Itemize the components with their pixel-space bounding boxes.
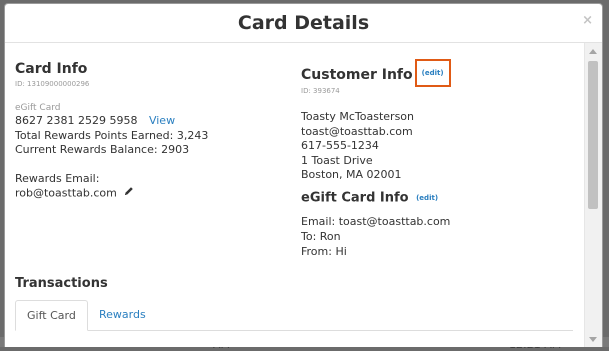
highlight-box: (edit)	[414, 59, 451, 87]
modal-scrollbar[interactable]	[584, 43, 602, 347]
egift-details: Email: toast@toasttab.com To: Ron From: …	[301, 215, 581, 259]
scroll-up-icon[interactable]	[589, 49, 597, 54]
rewards-email-label: Rewards Email:	[15, 171, 100, 185]
card-number: 8627 2381 2529 5958	[15, 114, 138, 127]
scroll-thumb[interactable]	[588, 61, 598, 209]
egift-info-heading: eGift Card Info (edit)	[301, 190, 581, 207]
customer-edit-link[interactable]: (edit)	[422, 69, 444, 77]
modal-body: Card Info ID: 13109000000296 eGift Card …	[5, 43, 585, 347]
customer-details: Toasty McToasterson toast@toasttab.com 6…	[301, 110, 581, 183]
tab-rewards[interactable]: Rewards	[88, 300, 157, 330]
total-points: Total Rewards Points Earned: 3,243	[15, 128, 209, 142]
view-card-link[interactable]: View	[149, 114, 175, 127]
customer-name: Toasty McToasterson	[301, 110, 414, 123]
transactions-tabs: Gift Card Rewards	[15, 300, 573, 331]
customer-address-line1: 1 Toast Drive	[301, 153, 373, 167]
customer-phone: 617-555-1234	[301, 139, 379, 153]
card-type-label: eGift Card	[15, 103, 61, 113]
egift-email: Email: toast@toasttab.com	[301, 215, 451, 229]
transactions-title: Transactions	[15, 276, 108, 291]
card-id: ID: 13109000000296	[15, 80, 90, 88]
customer-info-section: Customer Info (edit) ID: 393674 Toasty Mc…	[301, 59, 581, 259]
rewards-email: rob@toasttab.com	[15, 186, 117, 200]
modal-title: Card Details	[237, 12, 370, 34]
customer-email: toast@toasttab.com	[301, 124, 413, 138]
card-number-row: 8627 2381 2529 5958 View	[15, 114, 295, 129]
card-info-title: Card Info	[15, 61, 88, 77]
card-info-section: Card Info ID: 13109000000296 eGift Card …	[15, 61, 295, 201]
customer-info-heading: Customer Info (edit)	[301, 59, 581, 89]
egift-info-title: eGift Card Info	[301, 190, 409, 206]
egift-from: From: Hi	[301, 244, 347, 258]
modal-header: Card Details ×	[5, 4, 602, 43]
pencil-icon[interactable]	[124, 186, 134, 201]
egift-edit-link[interactable]: (edit)	[416, 194, 438, 202]
card-details-modal: Card Details × Card Info ID: 13109000000…	[4, 3, 603, 347]
rewards-email-row: rob@toasttab.com	[15, 186, 295, 201]
close-icon[interactable]: ×	[582, 13, 593, 28]
customer-address-line2: Boston, MA 02001	[301, 168, 402, 182]
current-balance: Current Rewards Balance: 2903	[15, 143, 190, 157]
customer-info-title: Customer Info	[301, 67, 413, 83]
tab-gift-card[interactable]: Gift Card	[15, 300, 88, 331]
scroll-down-icon[interactable]	[589, 337, 597, 342]
egift-to: To: Ron	[301, 230, 341, 244]
